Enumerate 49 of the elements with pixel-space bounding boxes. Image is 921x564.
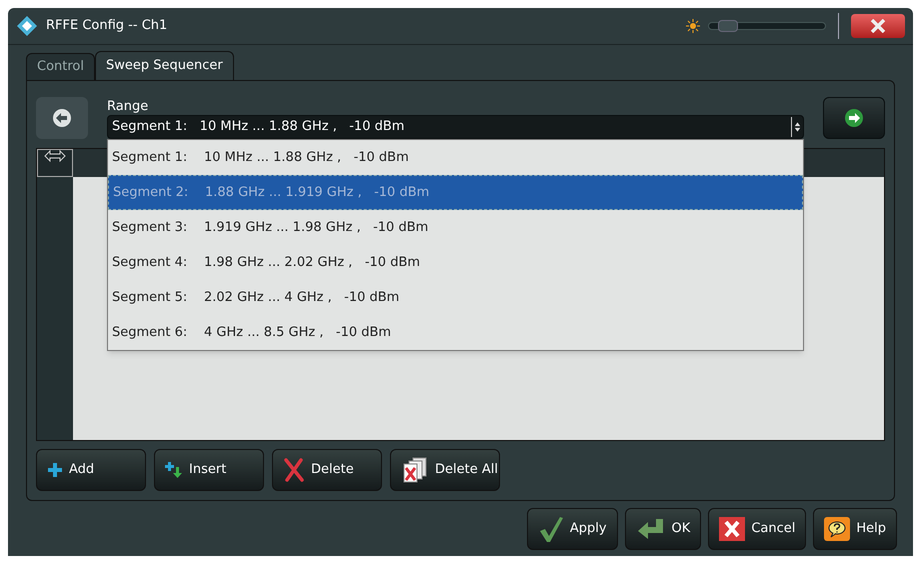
dropdown-option[interactable]: Segment 3: 1.919 GHz ... 1.98 GHz , -10 dBm — [108, 210, 803, 245]
dropdown-option[interactable]: Segment 5: 2.02 GHz ... 4 GHz , -10 dBm — [108, 280, 803, 315]
plus-icon — [47, 462, 63, 478]
slider-thumb[interactable] — [718, 20, 738, 32]
return-arrow-icon — [636, 517, 666, 541]
dialog-button[interactable]: Help — [813, 508, 897, 550]
dropdown-option[interactable]: Segment 6: 4 GHz ... 8.5 GHz , -10 dBm — [108, 315, 803, 350]
table-action-button[interactable]: Add — [36, 449, 146, 491]
segment-range: 10 MHz ... 1.88 GHz , -10 dBm — [204, 148, 409, 167]
next-button[interactable] — [823, 97, 885, 139]
checkmark-icon — [538, 515, 564, 543]
range-label: Range — [107, 99, 150, 115]
segment-range: 1.919 GHz ... 1.98 GHz , -10 dBm — [204, 218, 428, 237]
segment-label: Segment 1: — [112, 148, 188, 167]
help-icon — [824, 517, 850, 541]
close-icon — [869, 19, 887, 33]
segment-range: 2.02 GHz ... 4 GHz , -10 dBm — [204, 288, 400, 307]
previous-button[interactable] — [36, 97, 88, 139]
diamond-logo-icon — [16, 15, 38, 37]
sun-icon — [686, 19, 700, 33]
segment-label: Segment 5: — [112, 288, 188, 307]
documents-cross-icon — [401, 456, 429, 484]
segment-label: Segment 4: — [112, 254, 188, 272]
spinner-arrows-icon — [791, 117, 803, 137]
dialog-button[interactable]: Cancel — [708, 508, 806, 550]
brightness-slider[interactable] — [708, 22, 826, 30]
dropdown-option[interactable]: Segment 4: 1.98 GHz ... 2.02 GHz , -10 dBm — [108, 245, 803, 280]
segment-range: 1.88 GHz ... 1.919 GHz , -10 dBm — [205, 184, 430, 202]
table-action-button[interactable]: Delete All — [390, 449, 500, 491]
close-icon — [719, 517, 746, 541]
plus-arrow-icon — [165, 461, 183, 479]
double-arrow-icon — [44, 150, 66, 162]
table-action-button[interactable]: Insert — [154, 449, 264, 491]
segment-label: Segment 3: — [112, 218, 188, 237]
dialog-button[interactable]: OK — [624, 508, 702, 550]
dialog-button[interactable]: Apply — [526, 508, 618, 550]
tab[interactable]: Sweep Sequencer — [95, 51, 234, 80]
range-dropdown[interactable]: Segment 1: 10 MHz ... 1.88 GHz , -10 dBm — [107, 115, 804, 139]
table-action-button[interactable]: Delete — [272, 449, 382, 491]
segment-label: Segment 2: — [113, 184, 190, 202]
segment-range: 4 GHz ... 8.5 GHz , -10 dBm — [204, 324, 392, 342]
segment-range: 1.98 GHz ... 2.02 GHz , -10 dBm — [204, 254, 420, 272]
close-button[interactable] — [851, 14, 905, 38]
cross-icon — [283, 458, 305, 482]
segment-label: Segment 6: — [112, 324, 188, 342]
window-title: RFFE Config -- Ch1 — [46, 17, 168, 36]
tab[interactable]: Control — [26, 53, 95, 80]
dropdown-option[interactable]: Segment 1: 10 MHz ... 1.88 GHz , -10 dBm — [108, 140, 803, 175]
dropdown-value: Segment 1: 10 MHz ... 1.88 GHz , -10 dBm — [112, 118, 406, 136]
